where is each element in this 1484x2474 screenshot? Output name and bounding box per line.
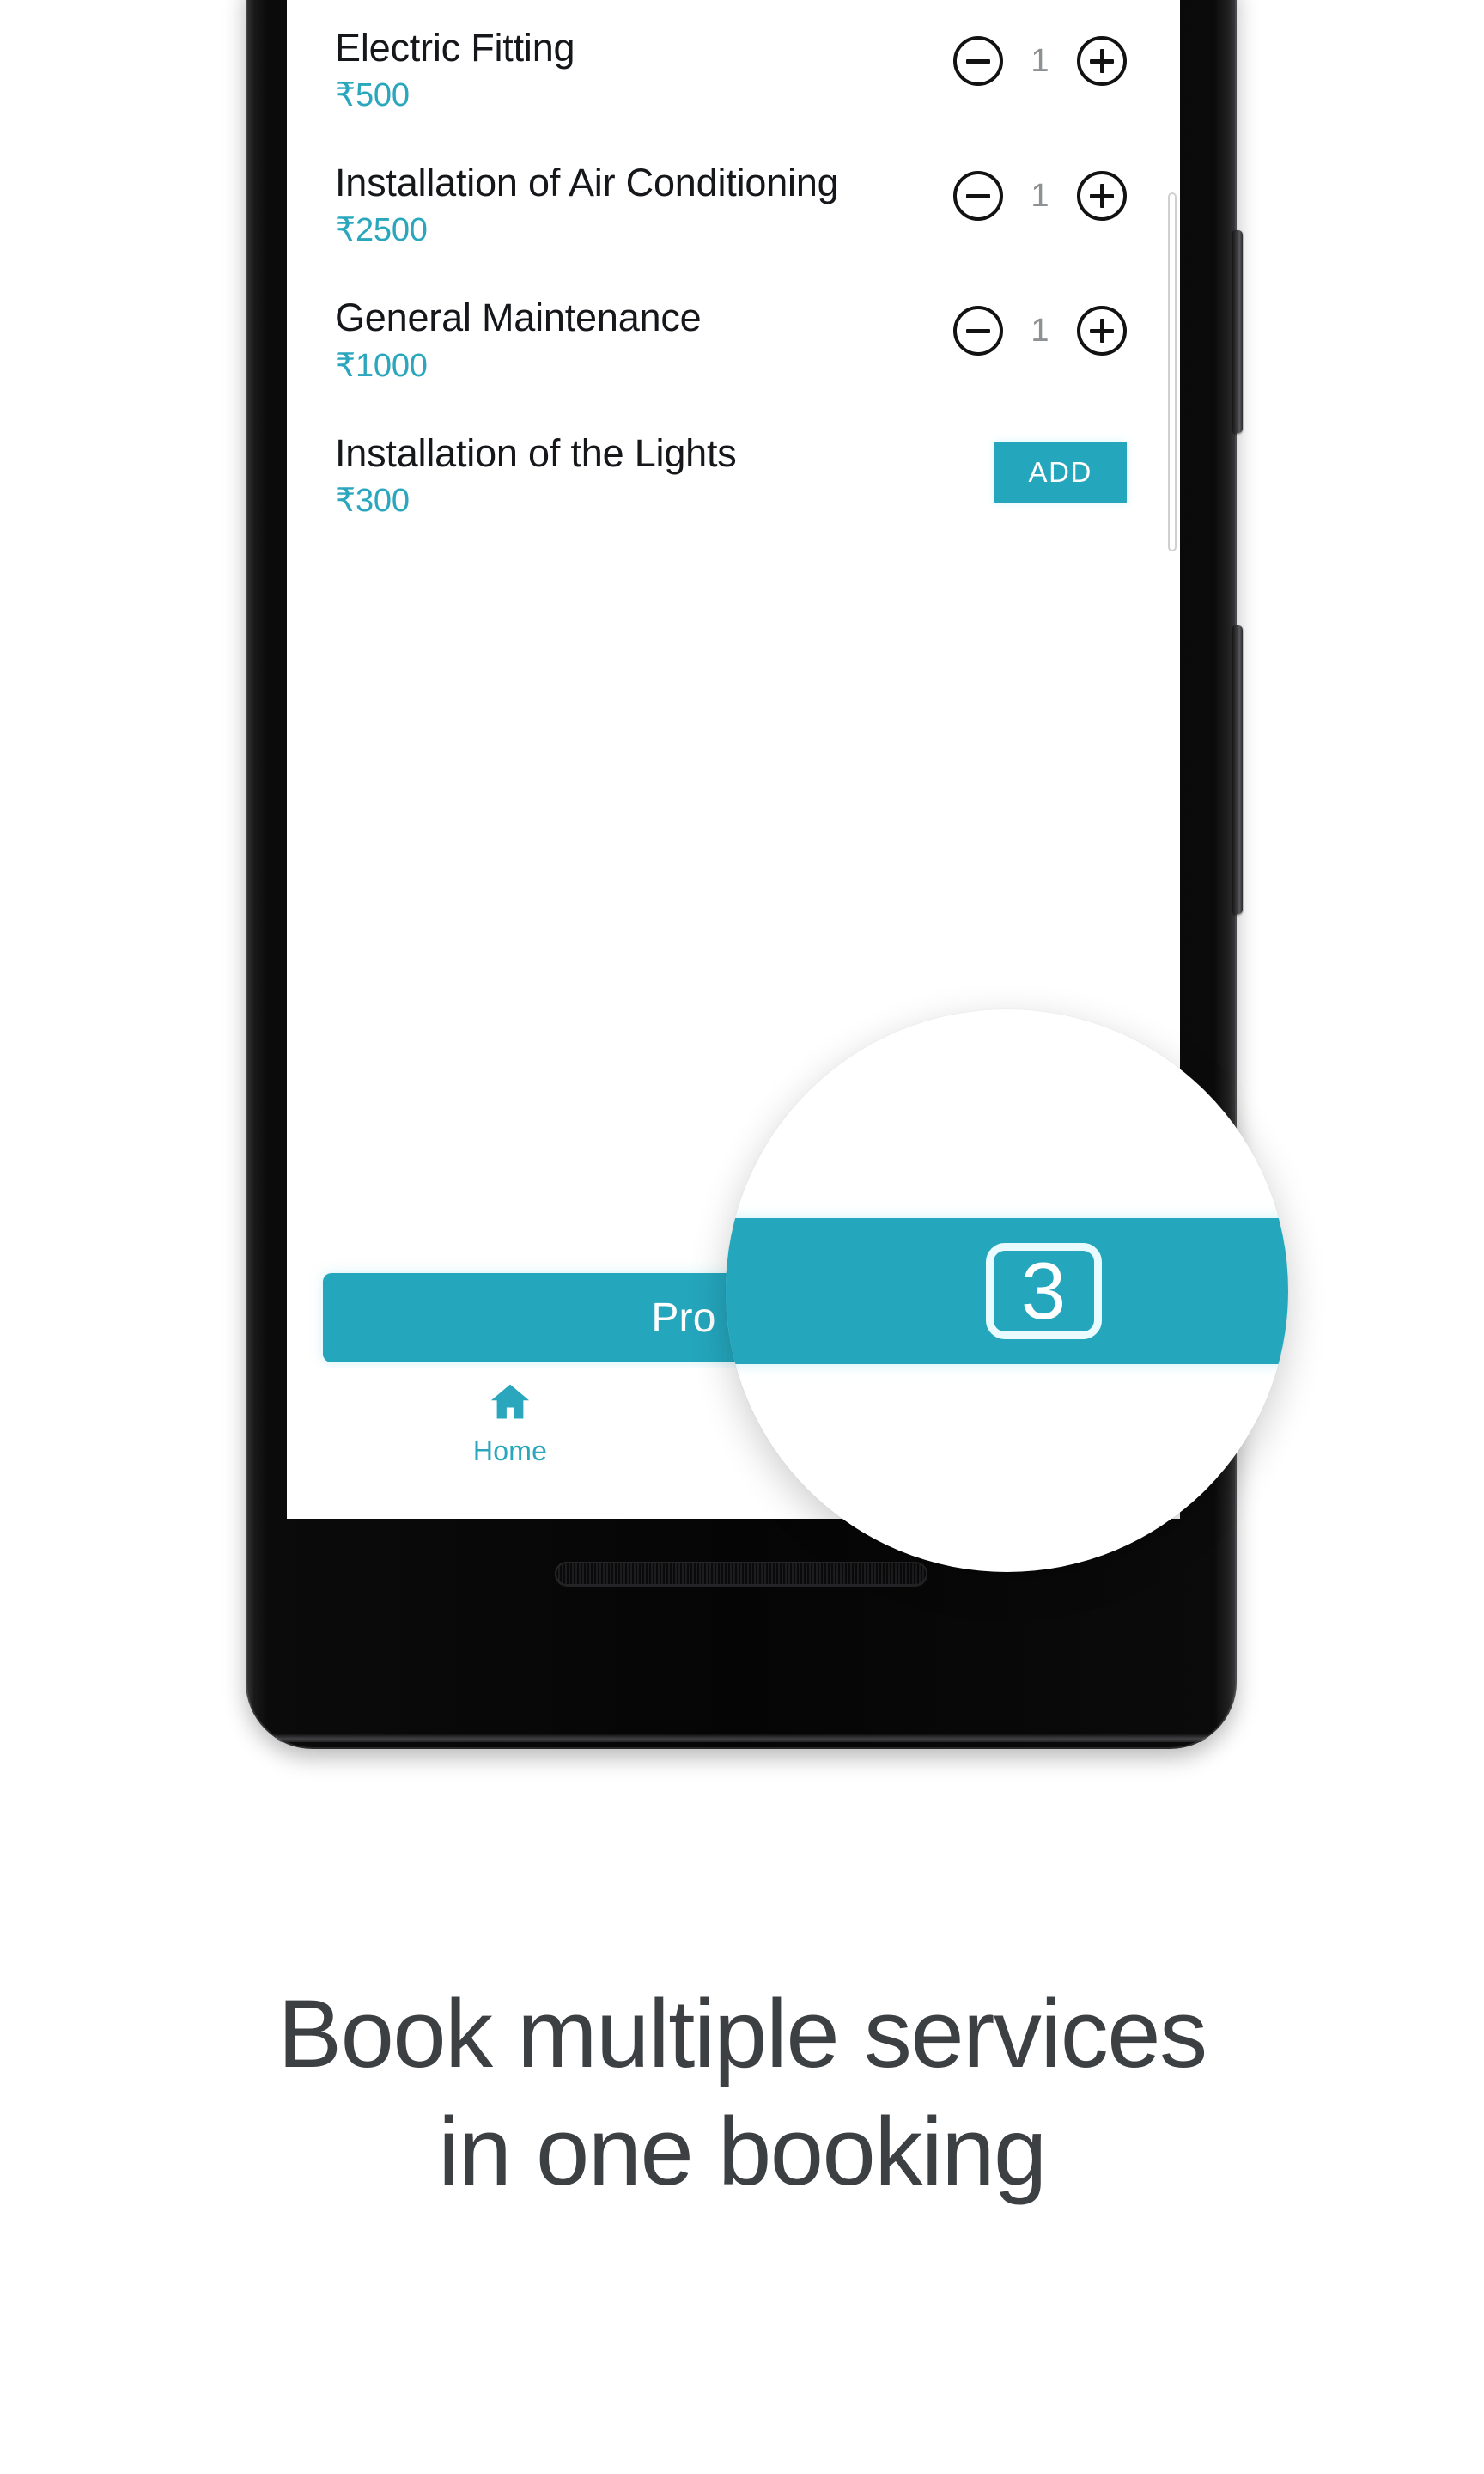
- add-service-button[interactable]: ADD: [994, 441, 1127, 503]
- service-name: General Maintenance: [335, 296, 702, 340]
- minus-circle-icon[interactable]: [953, 36, 1003, 86]
- nav-item-home[interactable]: Home: [287, 1380, 733, 1467]
- quantity-stepper: 1: [953, 306, 1127, 356]
- service-name: Electric Fitting: [335, 26, 575, 70]
- service-list-item[interactable]: Electric Fitting ₹500 1: [287, 24, 1180, 114]
- service-action: 1: [878, 159, 1127, 222]
- magnifier-loupe: 3: [726, 1009, 1288, 1572]
- quantity-value: 1: [1031, 177, 1049, 214]
- home-icon: [486, 1380, 534, 1429]
- service-name: Installation of Air Conditioning: [335, 161, 839, 205]
- magnified-count-badge: 3: [985, 1243, 1102, 1339]
- service-list-item[interactable]: Installation of the Lights ₹300 ADD: [287, 430, 1180, 520]
- service-name: Installation of the Lights: [335, 430, 737, 475]
- plus-circle-icon[interactable]: [1077, 306, 1127, 356]
- minus-circle-icon[interactable]: [953, 171, 1003, 222]
- quantity-value: 1: [1031, 42, 1049, 79]
- service-action: 1: [878, 294, 1127, 356]
- proceed-button-label: Pro: [651, 1295, 716, 1341]
- caption-line-2: in one booking: [438, 2097, 1047, 2205]
- speaker-grille: [555, 1562, 928, 1586]
- service-action: ADD: [878, 430, 1127, 503]
- magnified-proceed-bar: 3: [726, 1218, 1288, 1364]
- service-price: ₹300: [335, 482, 410, 519]
- minus-circle-icon[interactable]: [953, 306, 1003, 356]
- quantity-stepper: 1: [953, 36, 1127, 86]
- service-price: ₹500: [335, 77, 410, 114]
- plus-circle-icon[interactable]: [1077, 36, 1127, 86]
- service-list: Electric Fitting ₹500 1 Installation of …: [287, 0, 1180, 564]
- service-info: Electric Fitting ₹500: [335, 24, 878, 114]
- service-list-item[interactable]: Installation of Air Conditioning ₹2500 1: [287, 159, 1180, 249]
- caption-line-1: Book multiple services: [277, 1980, 1207, 2087]
- nav-item-home-label: Home: [472, 1435, 548, 1466]
- volume-button[interactable]: [1232, 625, 1243, 914]
- quantity-value: 1: [1031, 312, 1049, 349]
- plus-circle-icon[interactable]: [1077, 171, 1127, 222]
- service-action: 1: [878, 24, 1127, 86]
- screen-scrollbar[interactable]: [1168, 192, 1177, 551]
- service-info: General Maintenance ₹1000: [335, 294, 878, 384]
- phone-chin-gloss: [275, 1734, 1207, 1742]
- service-list-item[interactable]: General Maintenance ₹1000 1: [287, 294, 1180, 384]
- quantity-stepper: 1: [953, 171, 1127, 222]
- service-info: Installation of Air Conditioning ₹2500: [335, 159, 878, 249]
- service-price: ₹2500: [335, 212, 428, 249]
- service-info: Installation of the Lights ₹300: [335, 430, 878, 520]
- power-button[interactable]: [1232, 230, 1243, 433]
- caption: Book multiple services in one booking: [0, 1976, 1484, 2210]
- service-price: ₹1000: [335, 347, 428, 384]
